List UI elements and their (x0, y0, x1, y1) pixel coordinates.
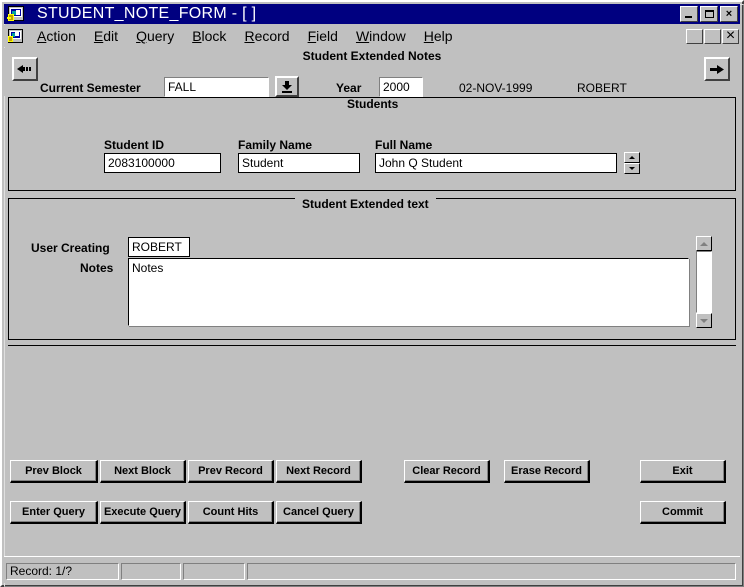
menu-action[interactable]: Action (28, 27, 85, 45)
down-arrow-lov-icon (282, 81, 292, 93)
full-name-field[interactable]: John Q Student (375, 153, 617, 173)
menu-edit[interactable]: Edit (85, 27, 127, 45)
prev-block-button[interactable]: Prev Block (10, 460, 98, 483)
mdi-minimize-button[interactable] (686, 28, 703, 44)
document-icon[interactable] (7, 28, 24, 45)
menu-query[interactable]: Query (127, 27, 183, 45)
spin-down-icon (629, 167, 635, 170)
form-header: Student Extended Notes Current Semester … (4, 48, 740, 97)
menu-field[interactable]: Field (299, 27, 347, 45)
spin-up-icon (629, 156, 635, 159)
form-title: Student Extended Notes (302, 49, 442, 63)
scroll-down-icon (700, 318, 708, 323)
current-semester-field[interactable]: FALL (164, 77, 269, 97)
current-date: 02-NOV-1999 (459, 81, 533, 95)
application-window: STUDENT_NOTE_FORM - [ ] × Action Edit Qu… (0, 0, 744, 587)
cancel-query-button[interactable]: Cancel Query (276, 501, 362, 524)
erase-record-button[interactable]: Erase Record (504, 460, 590, 483)
commit-button[interactable]: Commit (640, 501, 726, 524)
extended-text-frame-title: Student Extended text (295, 198, 436, 211)
family-name-label: Family Name (238, 138, 313, 152)
title-bar[interactable]: STUDENT_NOTE_FORM - [ ] × (4, 4, 740, 24)
notes-scroll-track[interactable] (696, 251, 712, 313)
execute-query-button[interactable]: Execute Query (100, 501, 186, 524)
status-cell-2 (121, 563, 181, 580)
close-icon: × (725, 7, 733, 20)
content-divider (8, 345, 736, 346)
count-hits-button[interactable]: Count Hits (188, 501, 274, 524)
minimize-icon (685, 16, 692, 18)
status-cell-3 (183, 563, 245, 580)
prev-record-button[interactable]: Prev Record (188, 460, 274, 483)
year-field[interactable]: 2000 (379, 77, 423, 97)
full-name-label: Full Name (375, 138, 433, 152)
status-record-cell: Record: 1/? (6, 563, 119, 580)
status-bar: Record: 1/? (4, 556, 740, 583)
enter-query-button[interactable]: Enter Query (10, 501, 98, 524)
mdi-restore-button[interactable] (704, 28, 721, 44)
record-spinner-down-button[interactable] (624, 163, 640, 174)
maximize-icon (704, 10, 714, 18)
menu-block[interactable]: Block (183, 27, 235, 45)
clear-record-button[interactable]: Clear Record (404, 460, 490, 483)
application-icon[interactable] (7, 5, 25, 23)
status-cell-4 (247, 563, 736, 580)
previous-form-button[interactable] (12, 57, 38, 81)
next-form-button[interactable] (704, 57, 730, 81)
notes-label: Notes (80, 261, 114, 275)
notes-textarea[interactable]: Notes (128, 258, 689, 326)
user-creating-label: User Creating (31, 241, 110, 255)
right-arrow-icon (710, 64, 724, 74)
close-button[interactable]: × (720, 6, 738, 22)
window-title: STUDENT_NOTE_FORM - [ ] (37, 5, 257, 22)
menu-bar: Action Edit Query Block Record Field Win… (4, 25, 740, 47)
user-creating-field[interactable]: ROBERT (128, 237, 190, 257)
menu-help[interactable]: Help (415, 27, 462, 45)
semester-lov-button[interactable] (275, 76, 299, 97)
minimize-button[interactable] (680, 6, 698, 22)
year-label: Year (336, 81, 362, 95)
record-spinner[interactable] (624, 152, 640, 174)
notes-vertical-scrollbar[interactable] (696, 236, 712, 328)
record-spinner-up-button[interactable] (624, 152, 640, 163)
notes-scroll-down-button[interactable] (696, 313, 712, 328)
menu-record[interactable]: Record (235, 27, 298, 45)
menu-window[interactable]: Window (347, 27, 415, 45)
students-frame-title: Students (340, 98, 406, 111)
mdi-close-icon: × (725, 27, 736, 44)
next-block-button[interactable]: Next Block (100, 460, 186, 483)
current-user: ROBERT (577, 81, 627, 95)
exit-button[interactable]: Exit (640, 460, 726, 483)
student-id-label: Student ID (104, 138, 164, 152)
scroll-up-icon (700, 241, 708, 246)
mdi-close-button[interactable]: × (722, 27, 739, 44)
current-semester-label: Current Semester (40, 81, 141, 95)
family-name-field[interactable]: Student (238, 153, 360, 173)
next-record-button[interactable]: Next Record (276, 460, 362, 483)
maximize-button[interactable] (700, 6, 718, 22)
left-arrow-icon (17, 65, 31, 73)
notes-scroll-up-button[interactable] (696, 236, 712, 251)
student-id-field[interactable]: 2083100000 (104, 153, 221, 173)
